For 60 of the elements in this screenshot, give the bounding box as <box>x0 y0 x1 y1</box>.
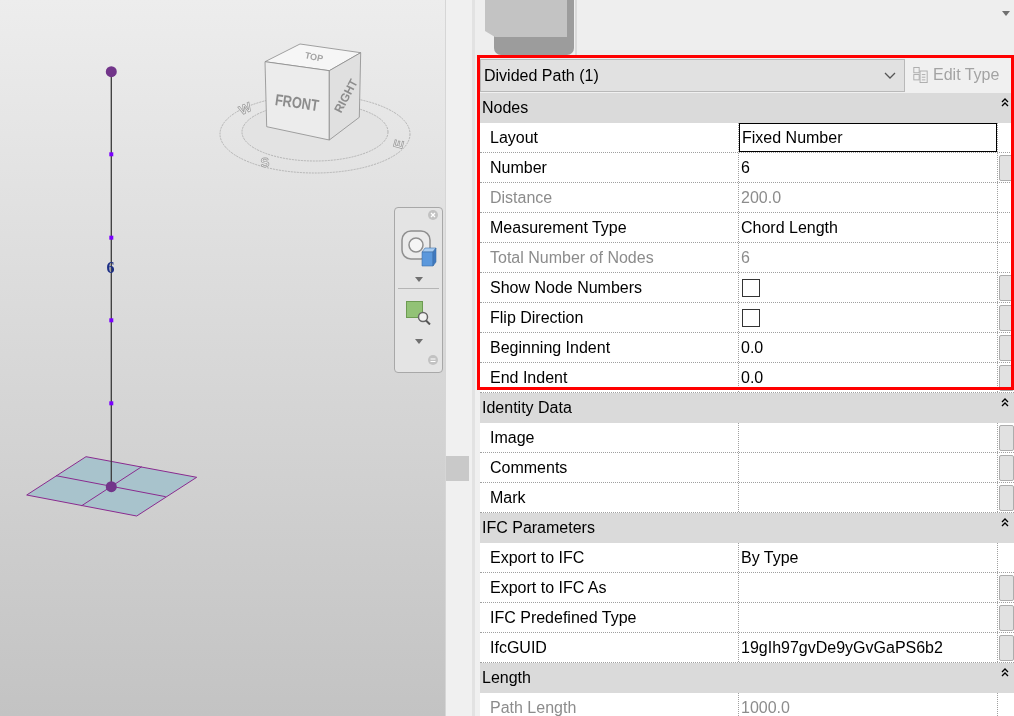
value-field[interactable]: 0.0 <box>739 363 997 392</box>
value-field[interactable]: Fixed Number <box>739 123 997 152</box>
caret-icon[interactable] <box>414 339 423 344</box>
dropdown-caret-icon[interactable] <box>1002 11 1010 16</box>
node-point-icon <box>109 318 114 323</box>
property-name: IFC Predefined Type <box>490 609 637 626</box>
group-title: Length <box>482 668 531 688</box>
property-name: IfcGUID <box>490 639 547 656</box>
property-name: Distance <box>490 189 553 206</box>
node-point-icon <box>109 235 114 240</box>
edit-type-icon <box>913 67 928 83</box>
group-header[interactable]: Nodes <box>480 93 1014 123</box>
chevron-down-icon <box>884 72 896 79</box>
value-field[interactable]: By Type <box>739 543 997 572</box>
property-name: Flip Direction <box>490 309 584 326</box>
collapse-icon[interactable] <box>1001 97 1009 107</box>
property-name: Total Number of Nodes <box>490 249 654 266</box>
collapse-icon[interactable] <box>1001 517 1009 527</box>
value-field[interactable]: 6 <box>739 153 997 182</box>
zoom-icon[interactable] <box>406 301 431 325</box>
parameter-button[interactable] <box>999 604 1014 631</box>
property-name: Export to IFC <box>490 549 585 566</box>
property-name: Export to IFC As <box>490 579 607 596</box>
collapse-icon[interactable] <box>1001 397 1009 407</box>
property-name: Measurement Type <box>490 219 627 236</box>
checkbox[interactable] <box>742 308 760 327</box>
collapse-icon[interactable] <box>1001 667 1009 677</box>
property-name: Image <box>490 429 535 446</box>
parameter-button[interactable] <box>999 484 1014 511</box>
type-selector[interactable]: Divided Path (1) <box>480 59 905 92</box>
property-name: End Indent <box>490 369 568 386</box>
value-field[interactable]: Chord Length <box>739 213 997 242</box>
property-name: Show Node Numbers <box>490 279 643 296</box>
parameter-button[interactable] <box>999 634 1014 661</box>
property-name: Layout <box>490 129 539 146</box>
steering-wheel-icon[interactable] <box>400 230 437 267</box>
end-point-icon <box>105 66 117 78</box>
parameter-button[interactable] <box>999 424 1014 451</box>
node-point-icon <box>109 152 114 157</box>
property-name: Mark <box>490 489 526 506</box>
group-header[interactable]: Identity Data <box>480 393 1014 423</box>
parameter-button[interactable] <box>999 454 1014 481</box>
group-title: Nodes <box>482 98 529 118</box>
property-name: Path Length <box>490 699 577 716</box>
end-point-icon <box>105 481 117 493</box>
property-name: Number <box>490 159 547 176</box>
caret-icon[interactable] <box>414 277 423 282</box>
app-logo-icon <box>485 0 577 56</box>
group-title: IFC Parameters <box>482 518 595 538</box>
node-point-icon <box>109 401 114 406</box>
splitter-handle[interactable] <box>446 456 469 481</box>
value-field[interactable]: 19gIh97gvDe9yGvGaPS6b2 <box>739 633 997 662</box>
group-title: Identity Data <box>482 398 572 418</box>
checkbox[interactable] <box>742 278 760 297</box>
parameter-button[interactable] <box>999 574 1014 601</box>
value-field[interactable]: 0.0 <box>739 333 997 362</box>
property-name: Beginning Indent <box>490 339 611 356</box>
property-name: Comments <box>490 459 568 476</box>
group-header[interactable]: Length <box>480 663 1014 693</box>
group-header[interactable]: IFC Parameters <box>480 513 1014 543</box>
